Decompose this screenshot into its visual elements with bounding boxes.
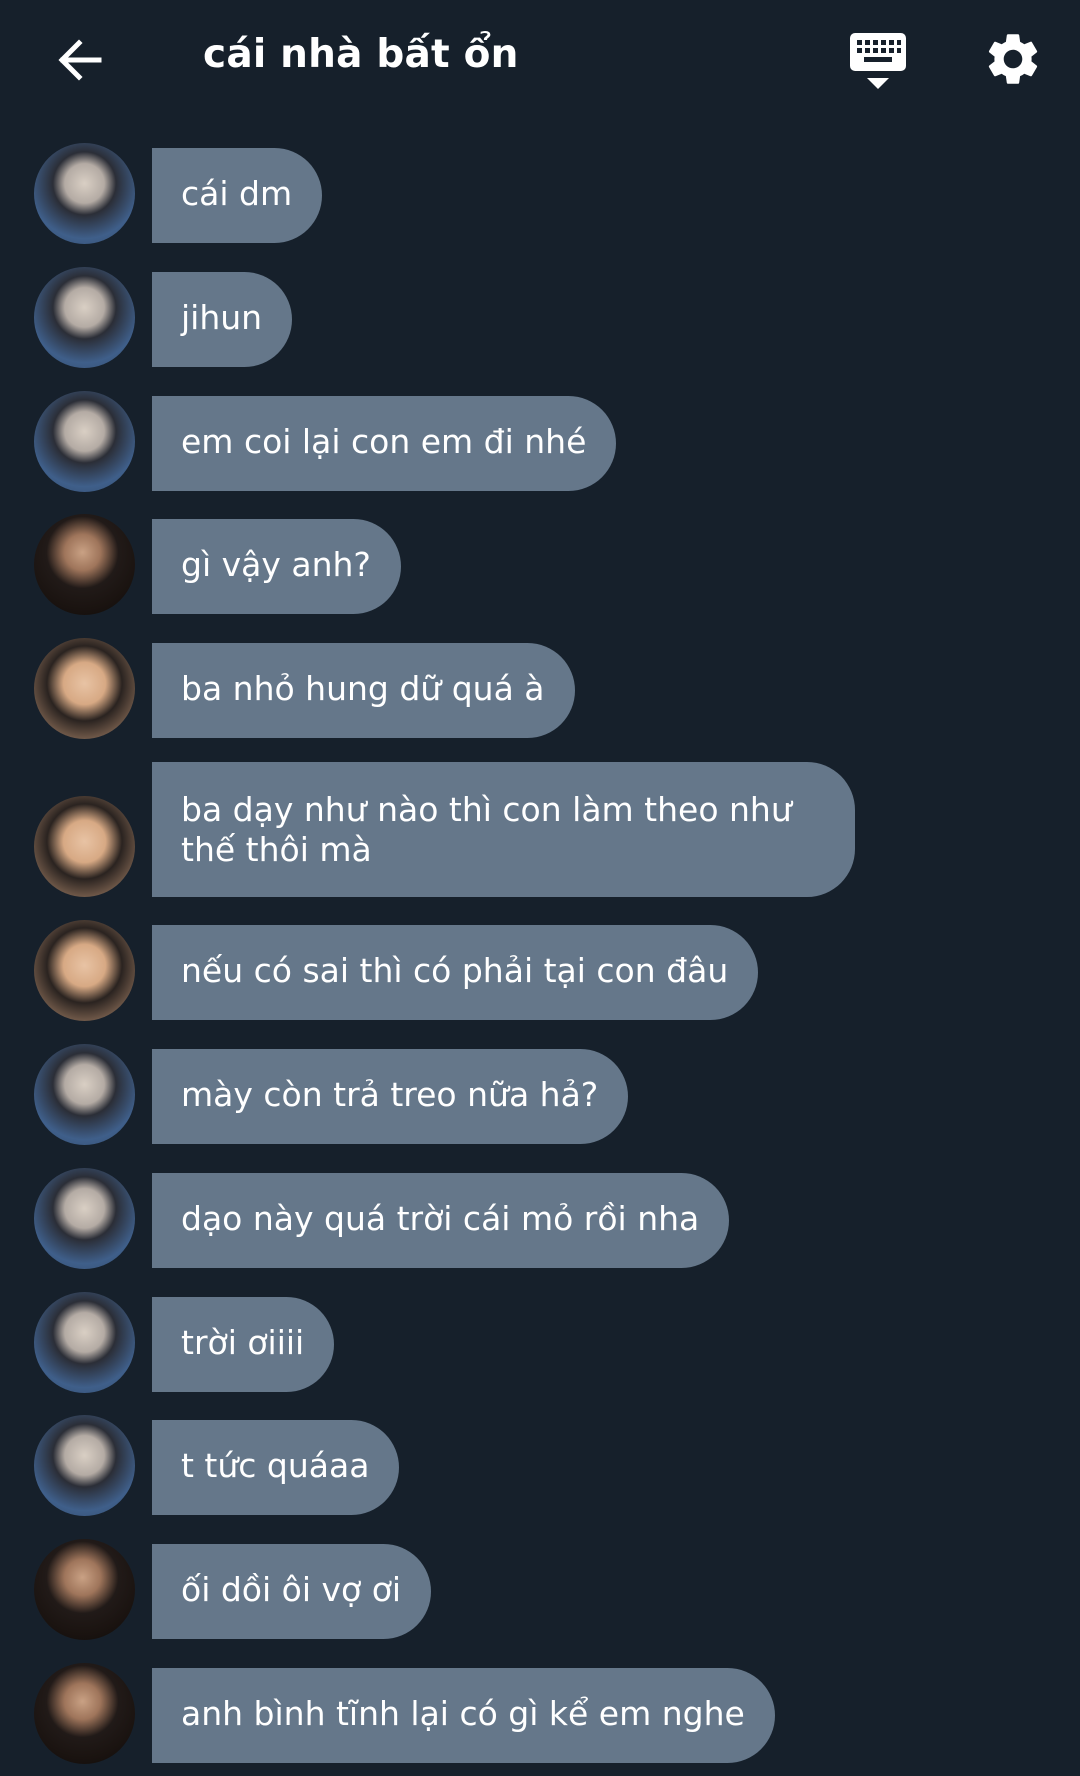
message-bubble: ba dạy như nào thì con làm theo như thế …: [152, 762, 855, 897]
avatar[interactable]: [34, 1415, 135, 1516]
avatar[interactable]: [34, 391, 135, 492]
avatar[interactable]: [34, 143, 135, 244]
avatar[interactable]: [34, 638, 135, 739]
message-bubble: em coi lại con em đi nhé: [152, 396, 617, 491]
avatar[interactable]: [34, 1539, 135, 1640]
message-bubble: ối dồi ôi vợ ơi: [152, 1544, 432, 1639]
message-bubble: mày còn trả treo nữa hả?: [152, 1049, 629, 1144]
message-bubble: ba nhỏ hung dữ quá à: [152, 643, 575, 738]
avatar[interactable]: [34, 1292, 135, 1393]
avatar[interactable]: [34, 514, 135, 615]
message-list[interactable]: cái dm jihun em coi lại con em đi nhé gì…: [0, 0, 1080, 1776]
avatar[interactable]: [34, 1044, 135, 1145]
message-bubble: cái dm: [152, 148, 323, 243]
message-bubble: nếu có sai thì có phải tại con đâu: [152, 925, 759, 1020]
message-bubble: trời ơiiii: [152, 1297, 335, 1392]
message-bubble: dạo này quá trời cái mỏ rồi nha: [152, 1173, 730, 1268]
message-bubble: gì vậy anh?: [152, 519, 401, 614]
message-bubble: t tức quáaa: [152, 1420, 400, 1515]
avatar[interactable]: [34, 920, 135, 1021]
avatar[interactable]: [34, 1168, 135, 1269]
avatar[interactable]: [34, 267, 135, 368]
avatar[interactable]: [34, 796, 135, 897]
avatar[interactable]: [34, 1663, 135, 1764]
message-bubble: jihun: [152, 272, 293, 367]
message-bubble: anh bình tĩnh lại có gì kể em nghe: [152, 1668, 775, 1763]
